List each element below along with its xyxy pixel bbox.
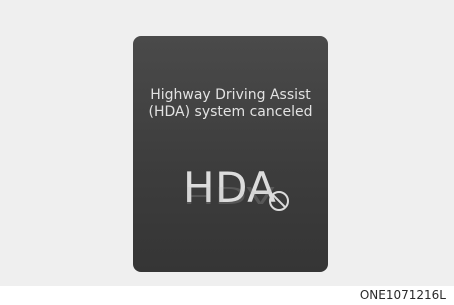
hda-indicator: HDA HDA <box>183 164 293 244</box>
cancel-message: Highway Driving Assist (HDA) system canc… <box>133 87 328 121</box>
message-line-1: Highway Driving Assist <box>150 87 311 103</box>
figure-caption: ONE1071216L <box>359 288 446 302</box>
cancel-icon <box>269 191 289 211</box>
message-line-2: (HDA) system canceled <box>148 104 313 120</box>
figure-area: Highway Driving Assist (HDA) system canc… <box>0 0 454 286</box>
cluster-display: Highway Driving Assist (HDA) system canc… <box>133 36 328 272</box>
hda-reflection: HDA <box>183 181 275 209</box>
